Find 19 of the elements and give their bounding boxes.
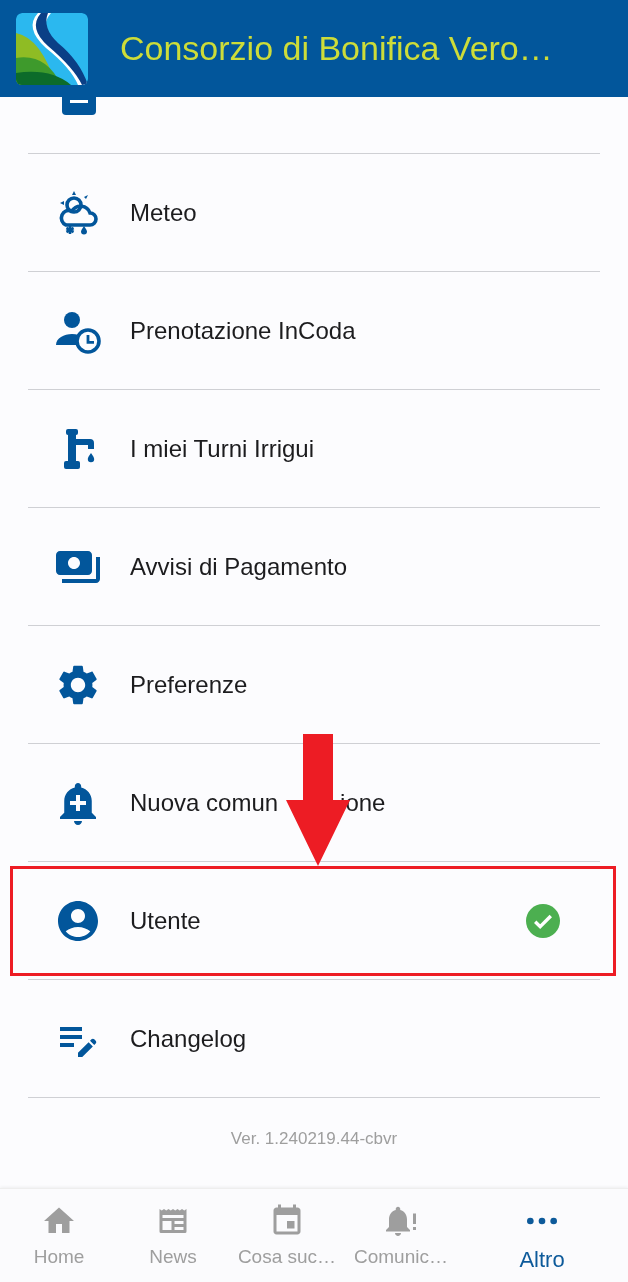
menu-label: Utente: [130, 905, 201, 936]
menu-label: Nuova comun: [130, 787, 279, 818]
menu-label: Prenotazione InCoda: [130, 315, 356, 346]
app-title: Consorzio di Bonifica Vero…: [120, 28, 553, 69]
menu-item[interactable]: Meteo: [28, 154, 600, 272]
menu-item[interactable]: I miei Turni Irrigui: [28, 390, 600, 508]
menu-label: I miei Turni Irrigui: [130, 433, 315, 464]
menu-item[interactable]: Avvisi di Pagamento: [28, 508, 600, 626]
menu-item[interactable]: Changelog: [28, 980, 600, 1098]
nav-tab[interactable]: Altro: [456, 1189, 628, 1282]
logo-icon: [16, 12, 88, 85]
menu-label: Meteo: [130, 197, 197, 228]
menu-item[interactable]: Prenotazione InCoda: [28, 272, 600, 390]
menu-label: Changelog: [130, 1023, 247, 1054]
menu-label: Preferenze: [130, 669, 248, 700]
menu-label: Avvisi di Pagamento: [130, 551, 347, 582]
more-icon: [527, 1217, 557, 1225]
version-text: Ver. 1.240219.44-cbvr: [229, 1128, 399, 1150]
menu-item[interactable]: Utente: [28, 862, 600, 980]
